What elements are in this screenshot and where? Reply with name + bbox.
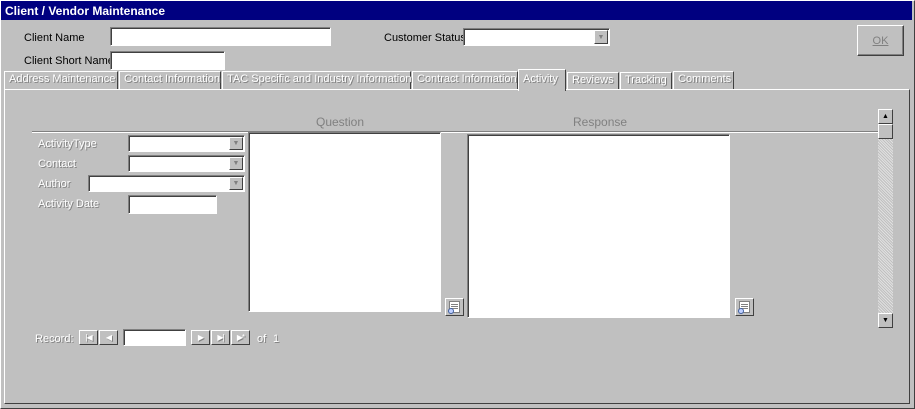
tab-label: Reviews — [572, 74, 614, 86]
header-divider — [32, 131, 878, 133]
chevron-down-icon[interactable]: ▼ — [229, 157, 243, 170]
client-short-name-field[interactable] — [110, 51, 225, 70]
activity-date-label: Activity Date — [38, 198, 100, 210]
customer-status-label: Customer Status — [384, 32, 466, 44]
author-label: Author — [38, 178, 71, 190]
chevron-down-icon[interactable]: ▼ — [229, 137, 243, 150]
record-number-field[interactable] — [123, 329, 186, 346]
ok-button[interactable]: OK — [857, 25, 904, 56]
client-short-name-label: Client Short Name — [24, 55, 114, 67]
response-textbox[interactable] — [467, 134, 730, 318]
activity-date-input[interactable] — [129, 196, 216, 213]
zoom-icon[interactable] — [735, 298, 754, 316]
tab-label: Tracking — [625, 74, 667, 86]
record-of-label: of — [257, 333, 267, 345]
activity-date-field[interactable] — [128, 195, 217, 214]
activity-type-select[interactable]: ▼ — [128, 135, 245, 152]
activity-type-label: ActivityType — [38, 138, 97, 150]
question-textbox[interactable] — [248, 132, 441, 312]
first-record-icon[interactable]: |◀ — [79, 330, 98, 345]
record-total: 1 — [273, 333, 280, 345]
scroll-thumb[interactable] — [878, 124, 893, 139]
contact-label: Contact — [38, 158, 76, 170]
tab-contract-information[interactable]: Contract Information — [412, 71, 518, 89]
window-title: Client / Vendor Maintenance — [1, 1, 912, 20]
tab-contact-information[interactable]: Contact Information — [119, 71, 221, 89]
tab-label: Activity — [523, 73, 558, 85]
tab-label: Comments — [678, 73, 732, 85]
tab-label: TAC Specific and Industry Information — [227, 73, 412, 85]
last-record-icon[interactable]: ▶| — [211, 330, 230, 345]
tab-address-maintenance[interactable]: Address Maintenance — [4, 71, 118, 89]
tab-reviews[interactable]: Reviews — [567, 72, 619, 90]
tab-label: Address Maintenance — [9, 73, 116, 85]
response-header: Response — [573, 115, 628, 129]
client-name-label: Client Name — [24, 32, 85, 44]
prev-record-icon[interactable]: ◀ — [99, 330, 118, 345]
tab-tac-specific[interactable]: TAC Specific and Industry Information — [222, 71, 411, 89]
record-number-input[interactable] — [124, 330, 185, 345]
tab-tracking[interactable]: Tracking — [620, 72, 672, 90]
tab-comments[interactable]: Comments — [673, 71, 734, 89]
new-record-icon[interactable]: ▶* — [231, 330, 250, 345]
scroll-up-icon[interactable]: ▲ — [878, 109, 893, 124]
next-record-icon[interactable]: ▶ — [191, 330, 210, 345]
vertical-scrollbar[interactable]: ▲ ▼ — [878, 109, 893, 328]
contact-select[interactable]: ▼ — [128, 155, 245, 172]
client-name-input[interactable] — [111, 28, 330, 45]
question-header: Question — [316, 115, 365, 129]
client-name-field[interactable] — [110, 27, 331, 46]
tab-label: Contract Information — [417, 73, 517, 85]
tab-label: Contact Information — [124, 73, 220, 85]
author-select[interactable]: ▼ — [88, 175, 245, 192]
chevron-down-icon[interactable]: ▼ — [594, 30, 608, 44]
tab-activity[interactable]: Activity — [518, 69, 566, 91]
ok-button-label: OK — [872, 34, 889, 47]
zoom-icon[interactable] — [445, 298, 464, 316]
scroll-down-icon[interactable]: ▼ — [878, 313, 893, 328]
record-label: Record: — [35, 333, 74, 345]
client-short-name-input[interactable] — [111, 52, 224, 69]
customer-status-select[interactable]: ▼ — [463, 28, 610, 46]
chevron-down-icon[interactable]: ▼ — [229, 177, 243, 190]
